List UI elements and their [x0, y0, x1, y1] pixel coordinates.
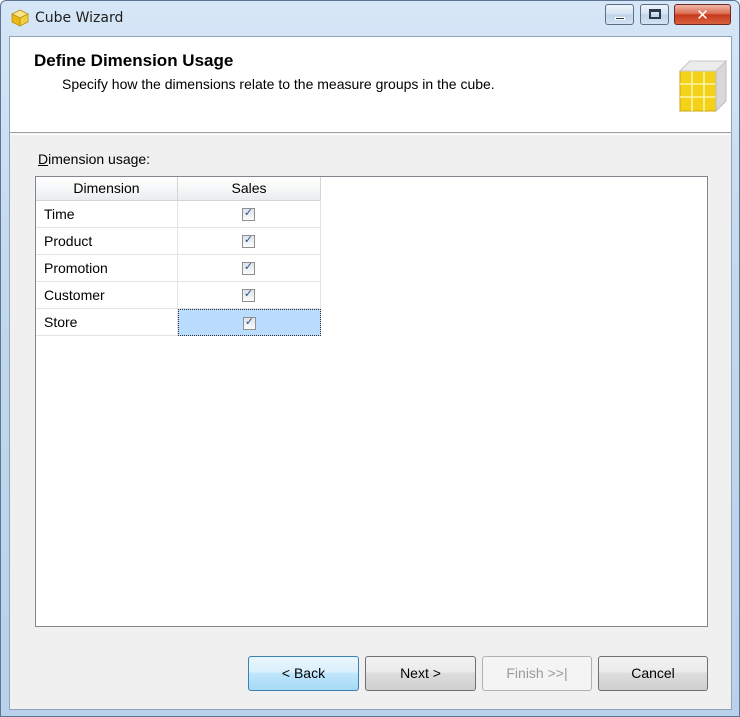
grid-rows: Time ✓ Product ✓ Promotion ✓ Customer ✓ … [36, 201, 321, 336]
next-button[interactable]: Next > [365, 656, 476, 691]
sales-checkbox[interactable]: ✓ [242, 233, 255, 248]
column-header-dimension[interactable]: Dimension [36, 177, 178, 201]
window-title: Cube Wizard [35, 10, 124, 26]
dimension-cell[interactable]: Customer [36, 282, 178, 309]
maximize-button[interactable] [640, 4, 669, 25]
grid-header: Dimension Sales [36, 177, 321, 201]
sales-checkbox[interactable]: ✓ [242, 206, 255, 221]
dimension-cell[interactable]: Store [36, 309, 178, 336]
sales-checkbox[interactable]: ✓ [242, 260, 255, 275]
dimension-cell[interactable]: Time [36, 201, 178, 228]
cancel-button[interactable]: Cancel [598, 656, 708, 691]
grid-row: Product ✓ [36, 228, 321, 255]
page-title: Define Dimension Usage [34, 51, 234, 70]
sales-cell[interactable]: ✓ [178, 201, 321, 228]
wizard-header: Define Dimension Usage Specify how the d… [10, 37, 731, 133]
cube-grid-icon [678, 59, 728, 113]
close-button[interactable]: ✕ [674, 4, 731, 25]
check-icon: ✓ [244, 315, 255, 328]
grid-row: Store ✓ [36, 309, 321, 336]
title-bar[interactable]: Cube Wizard ✕ [1, 1, 739, 37]
minimize-button[interactable] [605, 4, 634, 25]
sales-checkbox[interactable]: ✓ [243, 315, 256, 330]
grid-row: Promotion ✓ [36, 255, 321, 282]
grid-row: Time ✓ [36, 201, 321, 228]
sales-checkbox[interactable]: ✓ [242, 287, 255, 302]
dimension-cell[interactable]: Product [36, 228, 178, 255]
maximize-icon [649, 9, 661, 19]
finish-button[interactable]: Finish >>| [482, 656, 592, 691]
header-divider [10, 134, 731, 135]
check-icon: ✓ [243, 287, 254, 300]
wizard-client-area: Define Dimension Usage Specify how the d… [9, 36, 732, 710]
page-subtitle: Specify how the dimensions relate to the… [62, 76, 495, 92]
close-icon: ✕ [696, 6, 709, 24]
dimension-cell[interactable]: Promotion [36, 255, 178, 282]
dimension-usage-label: Dimension usage: [38, 151, 150, 167]
label-text: imension usage: [48, 151, 151, 167]
check-icon: ✓ [243, 206, 254, 219]
grid-row: Customer ✓ [36, 282, 321, 309]
sales-cell-selected[interactable]: ✓ [178, 309, 321, 336]
cube-wizard-window: Cube Wizard ✕ Define Dimension Usage Spe… [0, 0, 740, 717]
cube-icon [11, 9, 29, 27]
label-accelerator: D [38, 151, 49, 167]
sales-cell[interactable]: ✓ [178, 255, 321, 282]
check-icon: ✓ [243, 260, 254, 273]
sales-cell[interactable]: ✓ [178, 228, 321, 255]
minimize-icon [615, 17, 625, 20]
check-icon: ✓ [243, 233, 254, 246]
back-button[interactable]: < Back [248, 656, 359, 691]
column-header-sales[interactable]: Sales [178, 177, 321, 201]
sales-cell[interactable]: ✓ [178, 282, 321, 309]
dimension-usage-grid[interactable]: Dimension Sales Time ✓ Product ✓ Promoti… [35, 176, 708, 627]
